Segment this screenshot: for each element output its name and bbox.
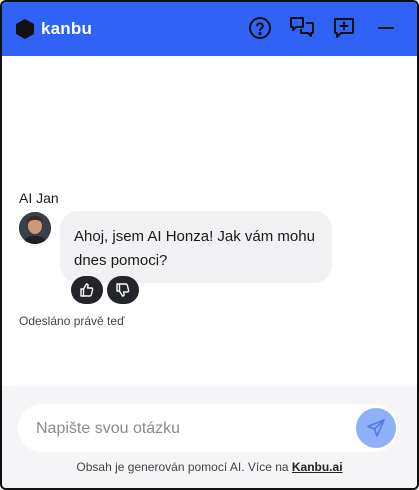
composer-area: Obsah je generován pomocí AI. Více na Ka…: [2, 386, 417, 488]
brand-name: kanbu: [41, 19, 93, 38]
minimize-icon: [378, 27, 394, 29]
message-input-box: [18, 404, 398, 454]
thumbs-down-icon: [116, 283, 130, 297]
assistant-message: Ahoj, jsem AI Honza! Jak vám mohu dnes p…: [60, 211, 332, 283]
avatar: [19, 212, 51, 244]
chat-bubbles-icon: [290, 17, 314, 37]
help-icon: [249, 17, 271, 39]
message-area: AI Jan Ahoj, jsem AI Honza! Jak vám mohu…: [2, 56, 417, 386]
ai-disclaimer: Obsah je generován pomocí AI. Více na Ka…: [2, 460, 417, 474]
send-icon: [367, 419, 385, 437]
kanbu-link[interactable]: Kanbu.ai: [292, 460, 343, 474]
send-button[interactable]: [356, 408, 396, 448]
sent-status: Odesláno právě teď: [19, 314, 125, 328]
minimize-button[interactable]: [373, 15, 399, 41]
sender-name: AI Jan: [19, 190, 59, 206]
thumbs-up-icon: [80, 283, 94, 297]
widget-header: kanbu: [2, 2, 417, 56]
chat-widget: kanbu AI Jan Ahoj, jsem AI Honza! Jak vá…: [0, 0, 419, 490]
help-button[interactable]: [247, 15, 273, 41]
thumbs-up-button[interactable]: [71, 276, 103, 304]
new-chat-icon: [334, 18, 354, 38]
brand-logo: kanbu: [15, 18, 92, 40]
kanbu-logo-icon: [16, 19, 34, 39]
conversations-button[interactable]: [289, 15, 315, 41]
message-input[interactable]: [34, 404, 338, 454]
new-chat-button[interactable]: [331, 15, 357, 41]
thumbs-down-button[interactable]: [107, 276, 139, 304]
disclaimer-text: Obsah je generován pomocí AI. Více na: [76, 460, 292, 474]
